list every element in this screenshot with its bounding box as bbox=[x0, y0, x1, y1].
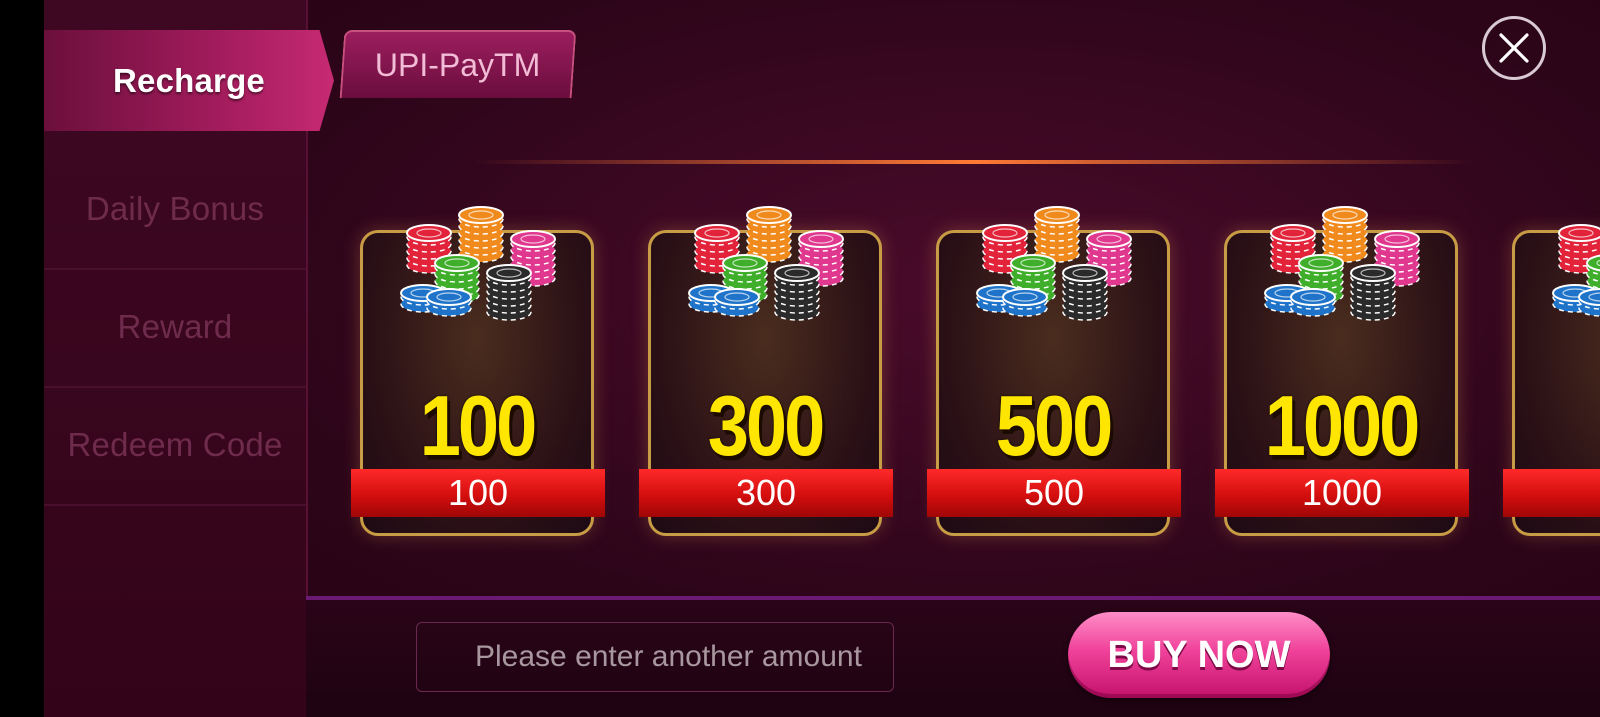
package-price-ribbon: 100 bbox=[351, 469, 605, 517]
package-card-partial[interactable] bbox=[1503, 224, 1600, 536]
package-price-ribbon: 500 bbox=[927, 469, 1181, 517]
sidebar-item-reward[interactable]: Reward bbox=[44, 268, 306, 388]
package-amount: 100 bbox=[419, 377, 537, 474]
package-card-500[interactable]: 500 500 bbox=[927, 206, 1181, 536]
sidebar-item-daily-bonus[interactable]: Daily Bonus bbox=[44, 150, 306, 270]
package-price-ribbon bbox=[1503, 469, 1600, 517]
sidebar-item-label: Redeem Code bbox=[67, 426, 283, 463]
sidebar: Recharge Daily Bonus Reward Redeem Code bbox=[44, 0, 334, 717]
tab-label: UPI-PayTM bbox=[375, 46, 541, 83]
package-card-100[interactable]: 100 100 bbox=[351, 206, 605, 536]
package-amount: 300 bbox=[707, 377, 825, 474]
sidebar-item-label: Daily Bonus bbox=[85, 190, 265, 227]
sidebar-item-label: Reward bbox=[117, 308, 233, 345]
sidebar-item-recharge[interactable]: Recharge bbox=[44, 30, 334, 131]
package-price-ribbon: 300 bbox=[639, 469, 893, 517]
package-card-1000[interactable]: 1000 1000 bbox=[1215, 206, 1469, 536]
casino-chips-icon bbox=[400, 206, 556, 321]
casino-chips-icon bbox=[688, 206, 844, 321]
header-divider bbox=[474, 160, 1474, 164]
package-card-300[interactable]: 300 300 bbox=[639, 206, 893, 536]
package-price: 300 bbox=[735, 472, 797, 513]
casino-chips-icon bbox=[1552, 224, 1600, 317]
close-icon bbox=[1499, 33, 1529, 63]
close-button[interactable] bbox=[1482, 16, 1546, 80]
package-amount: 500 bbox=[995, 377, 1113, 474]
buy-now-button[interactable]: BUY NOW bbox=[1068, 612, 1330, 698]
casino-chips-icon bbox=[1264, 206, 1420, 321]
package-price: 100 bbox=[447, 472, 509, 513]
package-price: 500 bbox=[1023, 472, 1085, 513]
recharge-dialog: Recharge Daily Bonus Reward Redeem Code … bbox=[44, 0, 1600, 717]
tab-upi-paytm[interactable]: UPI-PayTM bbox=[339, 30, 577, 98]
package-price: 1000 bbox=[1301, 472, 1383, 513]
custom-amount-input[interactable] bbox=[416, 622, 894, 692]
sidebar-item-redeem-code[interactable]: Redeem Code bbox=[44, 386, 306, 506]
sidebar-item-label: Recharge bbox=[112, 61, 265, 99]
package-price-ribbon: 1000 bbox=[1215, 469, 1469, 517]
package-amount: 1000 bbox=[1264, 377, 1421, 474]
casino-chips-icon bbox=[976, 206, 1132, 321]
